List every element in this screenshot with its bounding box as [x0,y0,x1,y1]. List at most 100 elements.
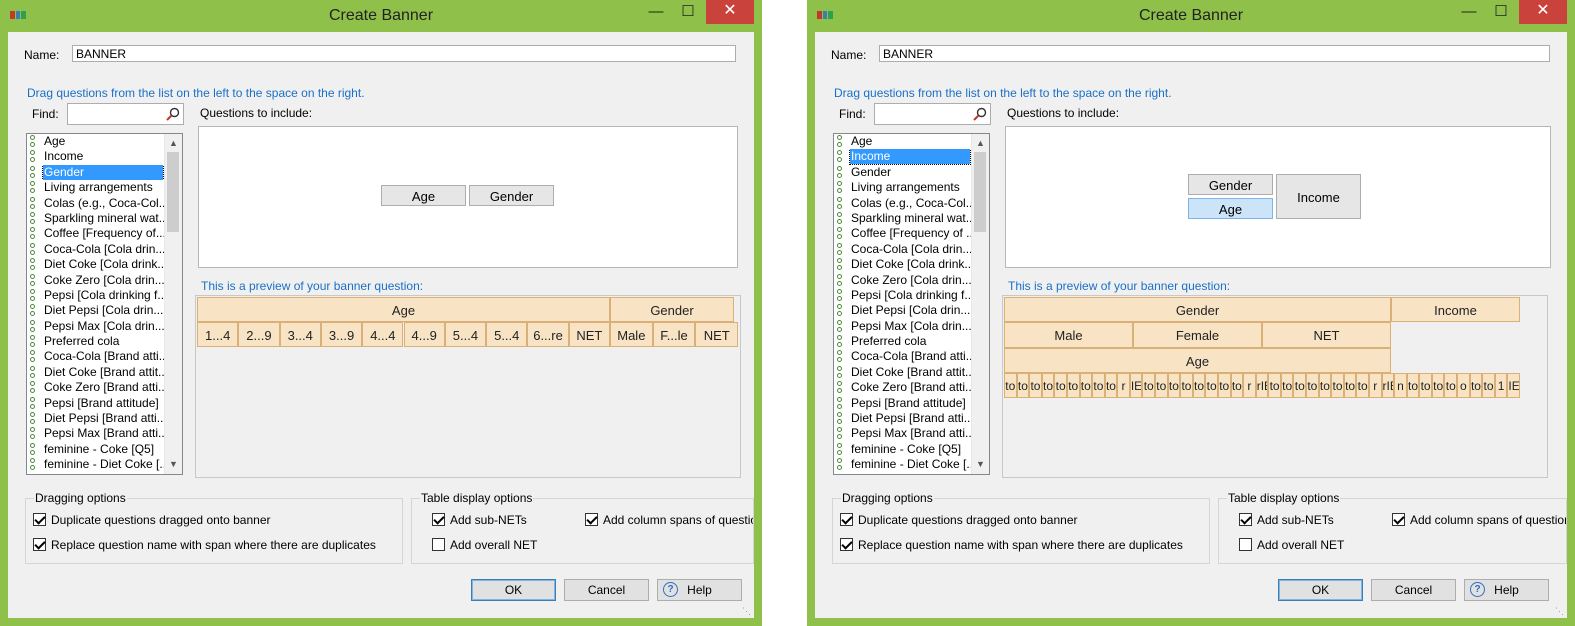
list-item[interactable]: Diet Coke [Brand attit... [27,365,182,380]
list-item[interactable]: Coca-Cola [Brand atti... [834,349,989,364]
question-list[interactable]: Age Income Gender Living arrangements Colas … [26,133,183,475]
question-type-icon [837,181,843,194]
list-item[interactable]: feminine - Coke [Q5] [834,442,989,457]
list-item[interactable]: Diet Coke [Brand attit... [834,365,989,380]
scroll-thumb[interactable] [167,152,179,232]
list-item[interactable]: feminine - Diet Coke [... [834,457,989,472]
question-list[interactable]: Age Income Gender Living arrangements Colas … [833,133,990,475]
list-item[interactable]: Gender [834,165,989,180]
add-subnets-checkbox[interactable] [432,513,445,526]
list-item[interactable]: feminine - Coke [Q5] [27,442,182,457]
list-item[interactable]: Pepsi Max [Brand atti... [834,426,989,441]
list-item[interactable]: Preferred cola [834,334,989,349]
preview-leaf-cell: to [1293,373,1307,398]
resize-grip-icon[interactable]: ⋱ [742,606,752,616]
list-item[interactable]: Pepsi Max [Cola drin... [834,319,989,334]
banner-chip-age[interactable]: Age [1188,198,1273,219]
scroll-down-icon[interactable]: ▼ [165,457,182,472]
banner-drop-area[interactable]: Age Gender [198,126,738,268]
list-scrollbar[interactable]: ▲ ▼ [164,134,182,474]
maximize-button[interactable]: ☐ [672,0,704,24]
duplicate-questions-checkbox[interactable] [33,513,46,526]
preview-label: This is a preview of your banner questio… [201,279,424,293]
list-item[interactable]: Living arrangements [834,180,989,195]
list-item[interactable]: Coke Zero [Cola drin... [27,273,182,288]
list-item[interactable]: Coke Zero [Brand atti... [834,380,989,395]
maximize-button[interactable]: ☐ [1485,0,1517,24]
list-item[interactable]: Coca-Cola [Cola drin... [834,242,989,257]
list-item[interactable]: Sparkling mineral wat... [27,211,182,226]
preview-leaf-cell: to [1230,373,1244,398]
name-field[interactable]: BANNER [879,45,1550,62]
list-item[interactable]: Preferred cola [27,334,182,349]
list-item[interactable]: Gender [27,164,182,181]
list-item[interactable]: Coke Zero [Brand atti... [27,380,182,395]
ok-button[interactable]: OK [471,579,556,601]
list-item[interactable]: Pepsi [Cola drinking f... [27,288,182,303]
add-column-spans-checkbox[interactable] [585,513,598,526]
scroll-up-icon[interactable]: ▲ [972,136,989,151]
list-item[interactable]: Pepsi [Brand attitude] [27,396,182,411]
close-button[interactable]: ✕ [706,0,754,24]
list-item[interactable]: Income [27,149,182,164]
list-item[interactable]: Coke Zero [Cola drin... [834,273,989,288]
list-item[interactable]: Sparkling mineral wat... [834,211,989,226]
scroll-up-icon[interactable]: ▲ [165,136,182,151]
list-item[interactable]: Diet Coke [Cola drink... [834,257,989,272]
add-overall-net-checkbox[interactable] [432,538,445,551]
search-icon[interactable] [166,107,180,121]
list-item[interactable]: Pepsi Max [Cola drin... [27,319,182,334]
list-item[interactable]: Diet Pepsi [Cola drin... [834,303,989,318]
duplicate-questions-checkbox[interactable] [840,513,853,526]
banner-chip-age[interactable]: Age [381,185,466,206]
help-button[interactable]: ? Help [657,579,742,601]
cancel-button[interactable]: Cancel [564,579,649,601]
replace-name-checkbox[interactable] [840,538,853,551]
ok-button[interactable]: OK [1278,579,1363,601]
close-button[interactable]: ✕ [1519,0,1567,24]
add-column-spans-checkbox[interactable] [1392,513,1405,526]
minimize-button[interactable]: — [640,0,672,24]
duplicate-questions-label: Duplicate questions dragged onto banner [858,513,1078,527]
help-button[interactable]: ? Help [1464,579,1549,601]
list-item[interactable]: Diet Coke [Cola drink... [27,257,182,272]
question-type-icon [837,165,843,178]
search-icon[interactable] [973,107,987,121]
list-item[interactable]: Pepsi [Brand attitude] [834,396,989,411]
cancel-button[interactable]: Cancel [1371,579,1456,601]
add-overall-net-checkbox[interactable] [1239,538,1252,551]
list-item[interactable]: Age [27,134,182,149]
list-item[interactable]: Coffee [Frequency of ... [834,226,989,241]
list-item[interactable]: Pepsi [Cola drinking f... [834,288,989,303]
list-item[interactable]: Pepsi Max [Brand atti... [27,426,182,441]
list-item[interactable]: Diet Pepsi [Cola drin... [27,303,182,318]
list-item[interactable]: feminine - Diet Coke [... [27,457,182,472]
list-item[interactable]: Age [834,134,989,149]
name-field[interactable]: BANNER [72,45,736,62]
banner-drop-area[interactable]: Gender Age Income [1005,126,1551,268]
list-item[interactable]: Coffee [Frequency of... [27,226,182,241]
list-item[interactable]: Coca-Cola [Brand atti... [27,349,182,364]
list-item[interactable]: Coca-Cola [Cola drin... [27,242,182,257]
title-bar[interactable]: Create Banner — ☐ ✕ [807,0,1575,32]
find-label: Find: [839,107,866,121]
banner-chip-income[interactable]: Income [1276,174,1361,219]
list-item[interactable]: Diet Pepsi [Brand atti... [27,411,182,426]
list-item[interactable]: Colas (e.g., Coca-Col... [27,196,182,211]
replace-name-checkbox[interactable] [33,538,46,551]
list-scrollbar[interactable]: ▲ ▼ [971,134,989,474]
minimize-button[interactable]: — [1453,0,1485,24]
scroll-thumb[interactable] [974,152,986,232]
banner-chip-gender[interactable]: Gender [1188,174,1273,195]
list-item[interactable]: Colas (e.g., Coca-Col... [834,196,989,211]
title-bar[interactable]: Create Banner — ☐ ✕ [0,0,762,32]
resize-grip-icon[interactable]: ⋱ [1555,606,1565,616]
list-item[interactable]: Income [834,149,989,165]
find-input[interactable] [874,103,991,125]
find-input[interactable] [67,103,184,125]
scroll-down-icon[interactable]: ▼ [972,457,989,472]
list-item[interactable]: Diet Pepsi [Brand atti... [834,411,989,426]
list-item[interactable]: Living arrangements [27,180,182,195]
add-subnets-checkbox[interactable] [1239,513,1252,526]
banner-chip-gender[interactable]: Gender [469,185,554,206]
